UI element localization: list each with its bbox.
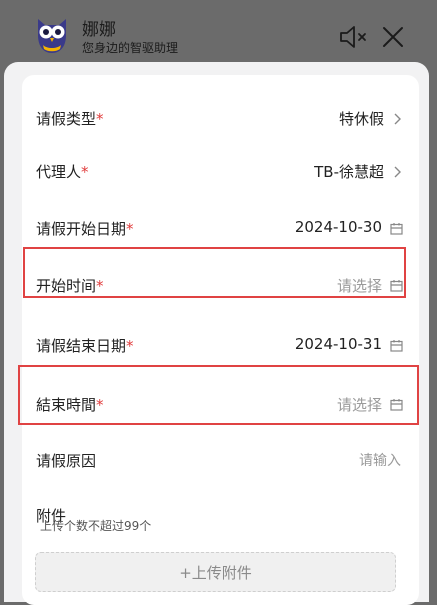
leave-type-value: 特休假 — [338, 110, 384, 128]
end-date-label: 请假结束日期* — [36, 335, 134, 356]
required-mark: * — [126, 220, 134, 238]
required-mark: * — [126, 337, 134, 355]
start-date-label: 请假开始日期* — [36, 218, 134, 239]
chevron-right-icon — [394, 113, 401, 125]
chevron-right-icon — [394, 166, 401, 178]
assistant-subtitle: 您身边的智驱助理 — [82, 41, 179, 55]
delegate-label-text: 代理人 — [36, 163, 82, 181]
calendar-icon — [390, 223, 403, 235]
form-sheet: 请假类型* 特休假 代理人* TB-徐慧超 请假开始日期* 2024-10-30… — [4, 62, 429, 605]
top-bar: 娜娜 您身边的智驱助理 — [0, 0, 437, 62]
close-icon[interactable] — [380, 24, 406, 50]
reason-row[interactable]: 请假原因 请输入 — [22, 436, 419, 486]
upload-button-label: +上传附件 — [179, 564, 252, 582]
required-mark: * — [81, 163, 89, 181]
leave-form-card: 请假类型* 特休假 代理人* TB-徐慧超 请假开始日期* 2024-10-30… — [22, 75, 419, 605]
start-time-highlight — [23, 247, 406, 298]
delegate-label: 代理人* — [36, 161, 89, 182]
start-date-value: 2024-10-30 — [294, 218, 382, 236]
upload-attachment-button[interactable]: +上传附件 — [35, 552, 396, 592]
end-time-highlight — [18, 365, 419, 425]
calendar-icon — [390, 340, 403, 352]
assistant-name: 娜娜 — [82, 20, 116, 40]
delegate-value: TB-徐慧超 — [314, 163, 384, 181]
start-date-label-text: 请假开始日期 — [36, 220, 127, 238]
end-date-row[interactable]: 请假结束日期* 2024-10-31 — [22, 321, 419, 371]
reason-input[interactable]: 请输入 — [359, 450, 401, 470]
reason-label: 请假原因 — [36, 452, 97, 470]
leave-type-label: 请假类型* — [36, 108, 104, 129]
mute-icon[interactable] — [338, 24, 370, 50]
owl-avatar-icon — [38, 19, 66, 53]
leave-type-row[interactable]: 请假类型* 特休假 — [22, 94, 419, 144]
delegate-row[interactable]: 代理人* TB-徐慧超 — [22, 147, 419, 197]
required-mark: * — [96, 110, 104, 128]
leave-type-label-text: 请假类型 — [36, 110, 97, 128]
attachment-hint: 上传个数不超过99个 — [40, 519, 152, 533]
end-date-value: 2024-10-31 — [294, 335, 382, 353]
end-date-label-text: 请假结束日期 — [36, 337, 127, 355]
